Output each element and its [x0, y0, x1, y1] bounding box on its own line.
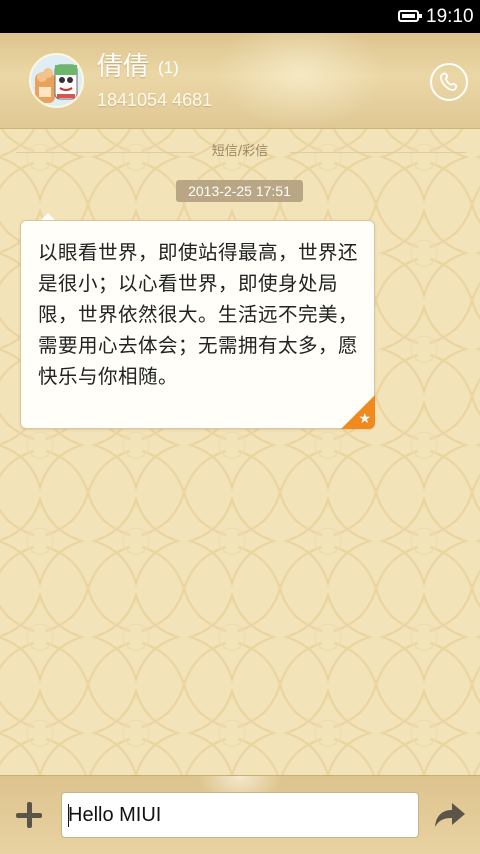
cartoon-avatar-icon	[31, 55, 82, 106]
favorite-star-badge[interactable]: ★	[341, 395, 375, 429]
message-thread[interactable]: 短信/彩信 2013-2-25 17:51 以眼看世界，即使站得最高，世界还是很…	[0, 129, 480, 775]
phone-icon	[439, 72, 458, 91]
text-cursor	[68, 804, 69, 827]
attach-plus-icon[interactable]	[14, 800, 44, 830]
message-input[interactable]: Hello MIUI	[61, 792, 419, 838]
incoming-message-bubble[interactable]: 以眼看世界，即使站得最高，世界还是很小；以心看世界，即使身处局限，世界依然很大。…	[20, 220, 375, 429]
contact-avatar[interactable]	[29, 53, 84, 108]
battery-icon	[398, 10, 422, 22]
message-input-value: Hello MIUI	[68, 804, 162, 826]
unread-count: (1)	[158, 58, 179, 77]
message-timestamp: 2013-2-25 17:51	[176, 180, 303, 202]
send-button[interactable]	[433, 801, 467, 829]
channel-divider-right	[290, 152, 466, 153]
contact-name: 倩倩	[97, 52, 150, 82]
send-arrow-icon	[435, 803, 465, 827]
message-text: 以眼看世界，即使站得最高，世界还是很小；以心看世界，即使身处局限，世界依然很大。…	[38, 241, 359, 388]
contact-phone-number: 1841054 4681	[97, 90, 213, 110]
call-button[interactable]	[430, 63, 468, 101]
star-icon: ★	[358, 411, 371, 427]
conversation-header: 倩倩 (1) 1841054 4681	[0, 33, 480, 129]
status-bar: 19:10	[0, 0, 480, 33]
compose-bar: Hello MIUI	[0, 775, 480, 854]
status-time: 19:10	[426, 6, 474, 27]
